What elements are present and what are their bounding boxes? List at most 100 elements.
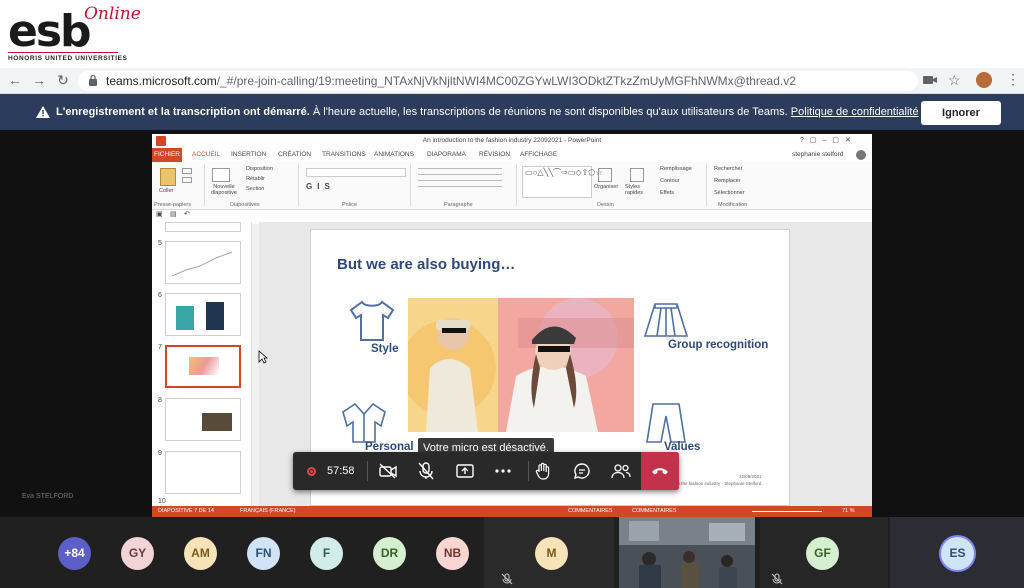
- participant-avatar-f[interactable]: F: [310, 537, 343, 570]
- ppt-ribbon: Coller Nouvelle diapositive Disposition …: [152, 162, 872, 210]
- tab-insertion[interactable]: INSERTION: [231, 148, 266, 162]
- status-zoom: 71 %: [842, 508, 855, 514]
- participant-avatar-am[interactable]: AM: [184, 537, 217, 570]
- participant-avatar-more-84[interactable]: +84: [58, 537, 91, 570]
- banner-message: L'enregistrement et la transcription ont…: [56, 94, 919, 130]
- tab-accueil[interactable]: ACCUEIL: [192, 148, 221, 163]
- camera-off-button[interactable]: [369, 452, 407, 490]
- raise-hand-button[interactable]: [524, 452, 562, 490]
- tab-transitions[interactable]: TRANSITIONS: [322, 148, 366, 162]
- privacy-policy-link[interactable]: Politique de confidentialité: [791, 106, 919, 118]
- participant-avatar-es[interactable]: ES: [941, 537, 974, 570]
- cut-icon[interactable]: [182, 168, 192, 174]
- bookmark-star-icon[interactable]: ☆: [948, 72, 961, 89]
- participant-video-tile[interactable]: [619, 517, 755, 588]
- disposition-button[interactable]: Disposition: [246, 166, 273, 172]
- reload-icon[interactable]: ↻: [54, 71, 72, 89]
- slide-thumbnail-8[interactable]: [165, 398, 241, 441]
- shapes-gallery[interactable]: ▭○△╲╲⌒⇨▭◇⇧⬠☆: [522, 166, 602, 198]
- ribbon-separator: [204, 164, 205, 206]
- group-paragraphe: Paragraphe: [444, 202, 473, 208]
- thumbnail-scrollbar[interactable]: [252, 224, 259, 506]
- presenter-name-label: Eva STELFORD: [22, 493, 74, 500]
- logo-online-text: Online: [84, 4, 141, 24]
- participants-button[interactable]: [602, 452, 640, 490]
- hang-up-button[interactable]: [641, 452, 679, 490]
- profile-avatar[interactable]: [976, 72, 992, 88]
- tab-affichage[interactable]: AFFICHAGE: [520, 148, 557, 162]
- undo-icon[interactable]: ↶: [184, 210, 190, 218]
- slide-thumbnail-pane: 5 6 7 8 9 10: [152, 222, 252, 506]
- group-presse-papiers: Presse-papiers: [154, 202, 191, 208]
- thumb-image: [206, 302, 224, 330]
- status-slide-count: DIAPOSITIVE 7 DE 14: [158, 508, 214, 514]
- organiser-icon[interactable]: [598, 168, 612, 182]
- selectionner-button[interactable]: Sélectionner: [714, 190, 745, 196]
- tab-fichier[interactable]: FICHIER: [152, 148, 182, 162]
- back-arrow-icon[interactable]: ←: [6, 71, 24, 89]
- retablir-button[interactable]: Rétablir: [246, 176, 265, 182]
- tab-creation[interactable]: CRÉATION: [278, 148, 311, 162]
- status-comments[interactable]: COMMENTAIRES: [632, 506, 677, 517]
- slide-title: But we are also buying…: [337, 256, 516, 273]
- effets-button[interactable]: Effets: [660, 190, 674, 196]
- ribbon-separator: [706, 164, 707, 206]
- participant-avatar-gf[interactable]: GF: [806, 537, 839, 570]
- label-style: Style: [371, 343, 399, 355]
- participant-avatar-dr[interactable]: DR: [373, 537, 406, 570]
- quick-access-toolbar: ▣ ▤ ↶: [152, 210, 872, 222]
- slide-thumbnail-7-selected[interactable]: [165, 345, 241, 388]
- ignore-button[interactable]: Ignorer: [921, 101, 1001, 125]
- remplissage-button[interactable]: Remplissage: [660, 166, 692, 172]
- copy-icon[interactable]: [182, 177, 192, 183]
- status-notes[interactable]: COMMENTAIRES: [568, 506, 613, 517]
- zoom-slider[interactable]: [752, 511, 822, 512]
- address-bar[interactable]: teams.microsoft.com/_#/pre-join-calling/…: [78, 71, 918, 91]
- rechercher-button[interactable]: Rechercher: [714, 166, 742, 172]
- contour-button[interactable]: Contour: [660, 178, 680, 184]
- share-screen-icon: [456, 464, 474, 478]
- participant-avatar-nb[interactable]: NB: [436, 537, 469, 570]
- paste-label[interactable]: Coller: [159, 188, 173, 194]
- styles-button[interactable]: Styles rapides: [625, 184, 649, 196]
- chat-button[interactable]: [563, 452, 601, 490]
- font-name-select[interactable]: [306, 168, 406, 177]
- slide-thumbnail-5[interactable]: [165, 241, 241, 284]
- trousers-icon: [646, 403, 686, 443]
- thumb-line-chart: [171, 251, 233, 277]
- slideshow-icon[interactable]: ▤: [170, 210, 177, 218]
- muted-mic-icon: [771, 573, 783, 585]
- call-duration: 57:58: [327, 465, 355, 477]
- participant-avatar-fn[interactable]: FN: [247, 537, 280, 570]
- new-slide-label[interactable]: Nouvelle diapositive: [207, 184, 241, 196]
- recording-indicator: 57:58: [293, 452, 365, 490]
- tab-revision[interactable]: RÉVISION: [479, 148, 510, 162]
- participant-avatar-m[interactable]: M: [535, 537, 568, 570]
- mouse-cursor-icon: [258, 350, 268, 364]
- paste-icon[interactable]: [160, 168, 176, 186]
- styles-icon[interactable]: [630, 168, 644, 182]
- paragraph-controls[interactable]: [418, 168, 502, 192]
- url-path: /_#/pre-join-calling/19:meeting_NTAxNjVk…: [216, 74, 796, 88]
- slide-thumbnail-6[interactable]: [165, 293, 241, 336]
- new-slide-icon[interactable]: [212, 168, 230, 182]
- share-screen-button[interactable]: [446, 452, 484, 490]
- slide-thumbnail[interactable]: [165, 222, 241, 232]
- label-group-recognition: Group recognition: [668, 339, 769, 351]
- remplacer-button[interactable]: Remplacer: [714, 178, 741, 184]
- mic-off-button[interactable]: [407, 452, 445, 490]
- section-button[interactable]: Section: [246, 186, 264, 192]
- more-options-button[interactable]: [484, 452, 522, 490]
- font-format-buttons[interactable]: GIS: [306, 182, 335, 191]
- slide-thumbnail-9[interactable]: [165, 451, 241, 494]
- forward-arrow-icon[interactable]: →: [30, 71, 48, 89]
- save-icon[interactable]: ▣: [156, 210, 163, 218]
- powerpoint-app-icon: [156, 136, 166, 146]
- browser-menu-icon[interactable]: ⋮: [1006, 71, 1020, 88]
- thumb-number: 5: [158, 240, 162, 247]
- tab-animations[interactable]: ANIMATIONS: [374, 148, 414, 162]
- participant-avatar-gy[interactable]: GY: [121, 537, 154, 570]
- camera-icon[interactable]: [922, 74, 938, 86]
- organiser-button[interactable]: Organiser: [594, 184, 618, 190]
- tab-diaporama[interactable]: DIAPORAMA: [427, 148, 466, 162]
